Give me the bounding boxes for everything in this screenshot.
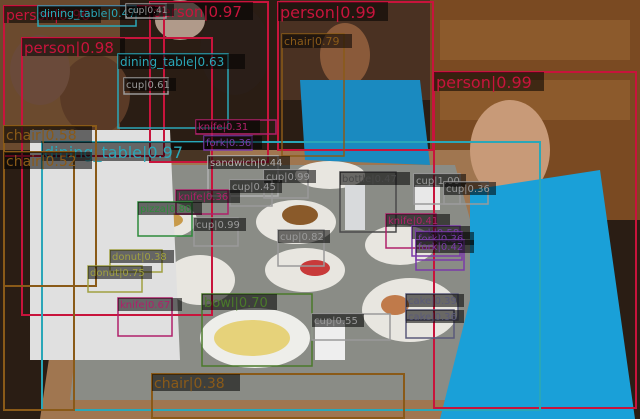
- detection-label: bottle|0.47: [342, 174, 397, 185]
- detection-label: chair|0.52: [6, 154, 77, 170]
- detection-label: dining_table|0.47: [40, 7, 136, 20]
- detection-label: cup|0.82: [280, 232, 324, 243]
- detection-overlay: person|0.99person|0.99person|0.98person|…: [3, 1, 637, 419]
- detection-label: person|0.98: [24, 39, 114, 57]
- detection-label: fork|0.42: [418, 242, 463, 253]
- detection-label: donut|0.75: [90, 268, 145, 279]
- detection-box: [3, 151, 75, 411]
- detection-label: pizza|0.80: [140, 204, 191, 215]
- detection-label: cup|0.36: [446, 184, 490, 195]
- detection-label: knife|0.31: [198, 122, 248, 133]
- detection-label: cup|0.61: [126, 80, 170, 91]
- detection-box: [281, 33, 345, 157]
- detection-label: chair|0.38: [154, 376, 225, 392]
- detection-label: cup|0.41: [128, 6, 167, 16]
- detection-label: cup|0.99: [196, 220, 240, 231]
- detection-box: [277, 1, 434, 151]
- detection-label: chair|0.58: [6, 128, 77, 144]
- detection-label: bowl|0.70: [204, 296, 268, 311]
- detection-label: sandwich|0.44: [210, 158, 282, 169]
- detection-label: knife|0.67: [120, 300, 170, 311]
- detection-label: chair|0.79: [284, 35, 340, 48]
- detection-label: cake|0.36: [408, 312, 457, 323]
- detection-label: dining_table|0.63: [120, 55, 224, 69]
- detection-label: donut|0.38: [112, 252, 167, 263]
- detection-label: cake|0.39: [408, 296, 457, 307]
- detection-scene: person|0.99 person|0.99 person|0.98 person|…: [0, 0, 640, 419]
- detection-label: person|0.99: [436, 73, 532, 92]
- detection-label: fork|0.36: [206, 138, 251, 149]
- detection-label: cup|0.55: [314, 316, 358, 327]
- detection-label: person|0.99: [280, 3, 376, 22]
